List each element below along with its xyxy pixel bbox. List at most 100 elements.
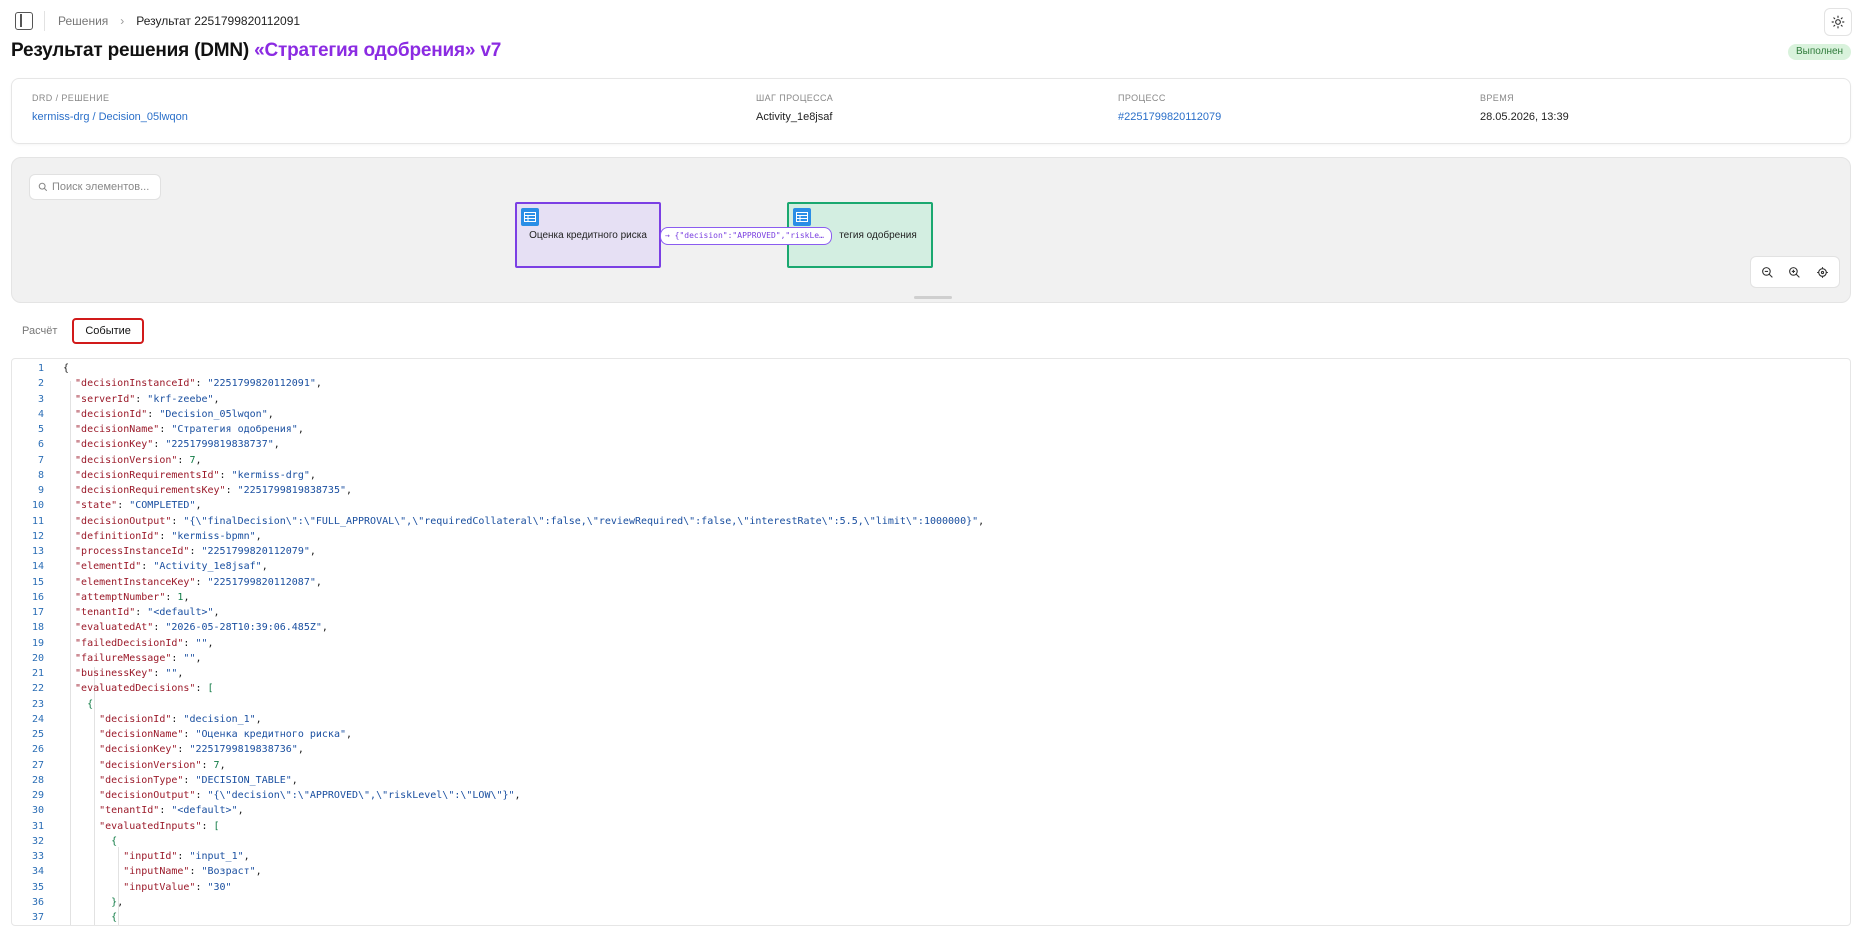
code-text: "tenantId": "<default>", — [63, 607, 220, 618]
fit-view-button[interactable] — [1810, 260, 1834, 284]
code-line: 33 "inputId": "input_1", — [12, 849, 250, 864]
line-number: 32 — [31, 835, 44, 847]
code-text: "failedDecisionId": "", — [63, 637, 214, 649]
code-text: "decisionInstanceId": "2251799820112091"… — [63, 378, 322, 390]
crosshair-icon — [1816, 266, 1828, 278]
element-search — [29, 174, 161, 200]
code-text: { — [63, 363, 70, 374]
line-number: 6 — [37, 439, 44, 451]
code-line: 25 "decisionName": "Оценка кредитного ри… — [12, 727, 352, 742]
drd-decision-link[interactable]: kermiss-drg / Decision_05lwqon — [32, 111, 188, 123]
line-number: 12 — [31, 530, 44, 542]
meta-step: ШАГ ПРОЦЕССА Activity_1e8jsaf — [756, 93, 833, 123]
code-line: 32 { — [12, 834, 117, 849]
decision-node-credit-risk[interactable]: Оценка кредитного риска — [515, 202, 661, 268]
drd-diagram-canvas[interactable]: Оценка кредитного риска тегия одобрения … — [11, 157, 1851, 303]
code-text: "decisionName": "Стратегия одобрения", — [63, 424, 304, 435]
code-text: "evaluatedAt": "2026-05-28T10:39:06.485Z… — [63, 622, 328, 634]
code-line: 27 "decisionVersion": 7, — [12, 758, 226, 773]
code-text: "definitionId": "kermiss-bpmn", — [63, 530, 262, 542]
line-number: 18 — [31, 622, 44, 634]
line-number: 26 — [31, 744, 44, 756]
code-text: "decisionId": "Decision_05lwqon", — [63, 408, 274, 420]
tab-calculation[interactable]: Расчёт — [11, 318, 68, 344]
line-number: 1 — [37, 363, 44, 374]
line-number: 17 — [31, 607, 44, 618]
code-text: "businessKey": "", — [63, 668, 184, 679]
code-text: "inputName": "Возраст", — [63, 866, 262, 878]
code-line: 5 "decisionName": "Стратегия одобрения", — [12, 422, 304, 437]
code-line: 35 "inputValue": "30" — [12, 880, 232, 895]
line-number: 13 — [31, 546, 44, 557]
zoom-controls — [1750, 256, 1840, 288]
breadcrumb: Решения › Результат 2251799820112091 — [58, 14, 300, 28]
event-json-viewer[interactable]: 1 {2 "decisionInstanceId": "2251799820112… — [11, 358, 1851, 926]
code-line: 9 "decisionRequirementsKey": "2251799819… — [12, 483, 352, 498]
code-line: 13 "processInstanceId": "225179982011207… — [12, 544, 316, 559]
zoom-in-icon — [1789, 266, 1801, 278]
code-text: }, — [63, 896, 124, 908]
line-number: 4 — [37, 408, 44, 420]
meta-label: DRD / РЕШЕНИЕ — [32, 93, 110, 103]
code-text: { — [63, 912, 118, 923]
code-line: 12 "definitionId": "kermiss-bpmn", — [12, 529, 262, 544]
code-line: 23 { — [12, 697, 93, 712]
code-text: "decisionRequirementsId": "kermiss-drg", — [63, 469, 316, 481]
code-line: 18 "evaluatedAt": "2026-05-28T10:39:06.4… — [12, 620, 328, 635]
process-link[interactable]: #2251799820112079 — [1118, 111, 1221, 123]
code-line: 10 "state": "COMPLETED", — [12, 498, 202, 513]
line-number: 2 — [37, 378, 44, 390]
code-line: 16 "attemptNumber": 1, — [12, 590, 190, 605]
code-line: 28 "decisionType": "DECISION_TABLE", — [12, 773, 298, 788]
code-text: "inputId": "input_1", — [63, 851, 250, 862]
sidebar-toggle-icon[interactable] — [15, 12, 33, 30]
code-text: "decisionType": "DECISION_TABLE", — [63, 774, 298, 786]
code-line: 31 "evaluatedInputs": [ — [12, 819, 220, 834]
code-line: 15 "elementInstanceKey": "22517998201120… — [12, 575, 322, 590]
code-text: "tenantId": "<default>", — [63, 805, 244, 817]
code-line: 8 "decisionRequirementsId": "kermiss-drg… — [12, 468, 316, 483]
code-line: 20 "failureMessage": "", — [12, 651, 202, 666]
page-title-decision: «Стратегия одобрения» v7 — [254, 40, 502, 61]
code-line: 11 "decisionOutput": "{\"finalDecision\"… — [12, 514, 984, 529]
line-number: 9 — [37, 485, 44, 496]
code-text: "failureMessage": "", — [63, 652, 202, 664]
zoom-out-icon — [1762, 266, 1773, 278]
code-text: "decisionRequirementsKey": "225179981983… — [63, 485, 353, 496]
code-line: 24 "decisionId": "decision_1", — [12, 712, 262, 727]
tab-event[interactable]: Событие — [72, 318, 144, 344]
line-number: 25 — [31, 729, 44, 740]
search-input[interactable] — [52, 181, 158, 193]
code-line: 37 { — [12, 910, 117, 925]
code-text: "processInstanceId": "2251799820112079", — [63, 546, 316, 557]
line-number: 27 — [31, 759, 44, 771]
meta-time: ВРЕМЯ 28.05.2026, 13:39 — [1480, 93, 1569, 123]
code-text: "decisionId": "decision_1", — [63, 713, 262, 725]
line-number: 8 — [37, 469, 44, 481]
code-text: "elementInstanceKey": "2251799820112087"… — [63, 576, 322, 588]
zoom-in-button[interactable] — [1783, 260, 1807, 284]
code-text: "inputValue": "30" — [63, 881, 232, 893]
line-number: 24 — [31, 713, 44, 725]
code-line: 17 "tenantId": "<default>", — [12, 605, 220, 620]
line-number: 33 — [31, 851, 44, 862]
status-badge: Выполнен — [1788, 44, 1852, 60]
code-line: 7 "decisionVersion": 7, — [12, 453, 202, 468]
code-line: 26 "decisionKey": "2251799819838736", — [12, 742, 304, 757]
chevron-right-icon: › — [120, 14, 125, 28]
line-number: 28 — [31, 774, 44, 786]
meta-drd: DRD / РЕШЕНИЕ kermiss-drg / Decision_05l… — [32, 93, 188, 123]
canvas-resize-handle[interactable] — [914, 296, 952, 299]
code-line: 30 "tenantId": "<default>", — [12, 803, 244, 818]
page-title-main: Результат решения (DMN) — [11, 40, 250, 61]
theme-toggle-button[interactable] — [1824, 8, 1852, 36]
line-number: 14 — [31, 561, 44, 573]
breadcrumb-current: Результат 2251799820112091 — [136, 14, 301, 28]
zoom-out-button[interactable] — [1756, 260, 1780, 284]
code-line: 2 "decisionInstanceId": "225179982011209… — [12, 376, 322, 391]
line-number: 22 — [31, 683, 44, 695]
breadcrumb-root[interactable]: Решения — [58, 14, 108, 28]
code-text: "elementId": "Activity_1e8jsaf", — [63, 561, 268, 573]
line-number: 15 — [31, 576, 44, 588]
line-number: 23 — [31, 698, 44, 710]
